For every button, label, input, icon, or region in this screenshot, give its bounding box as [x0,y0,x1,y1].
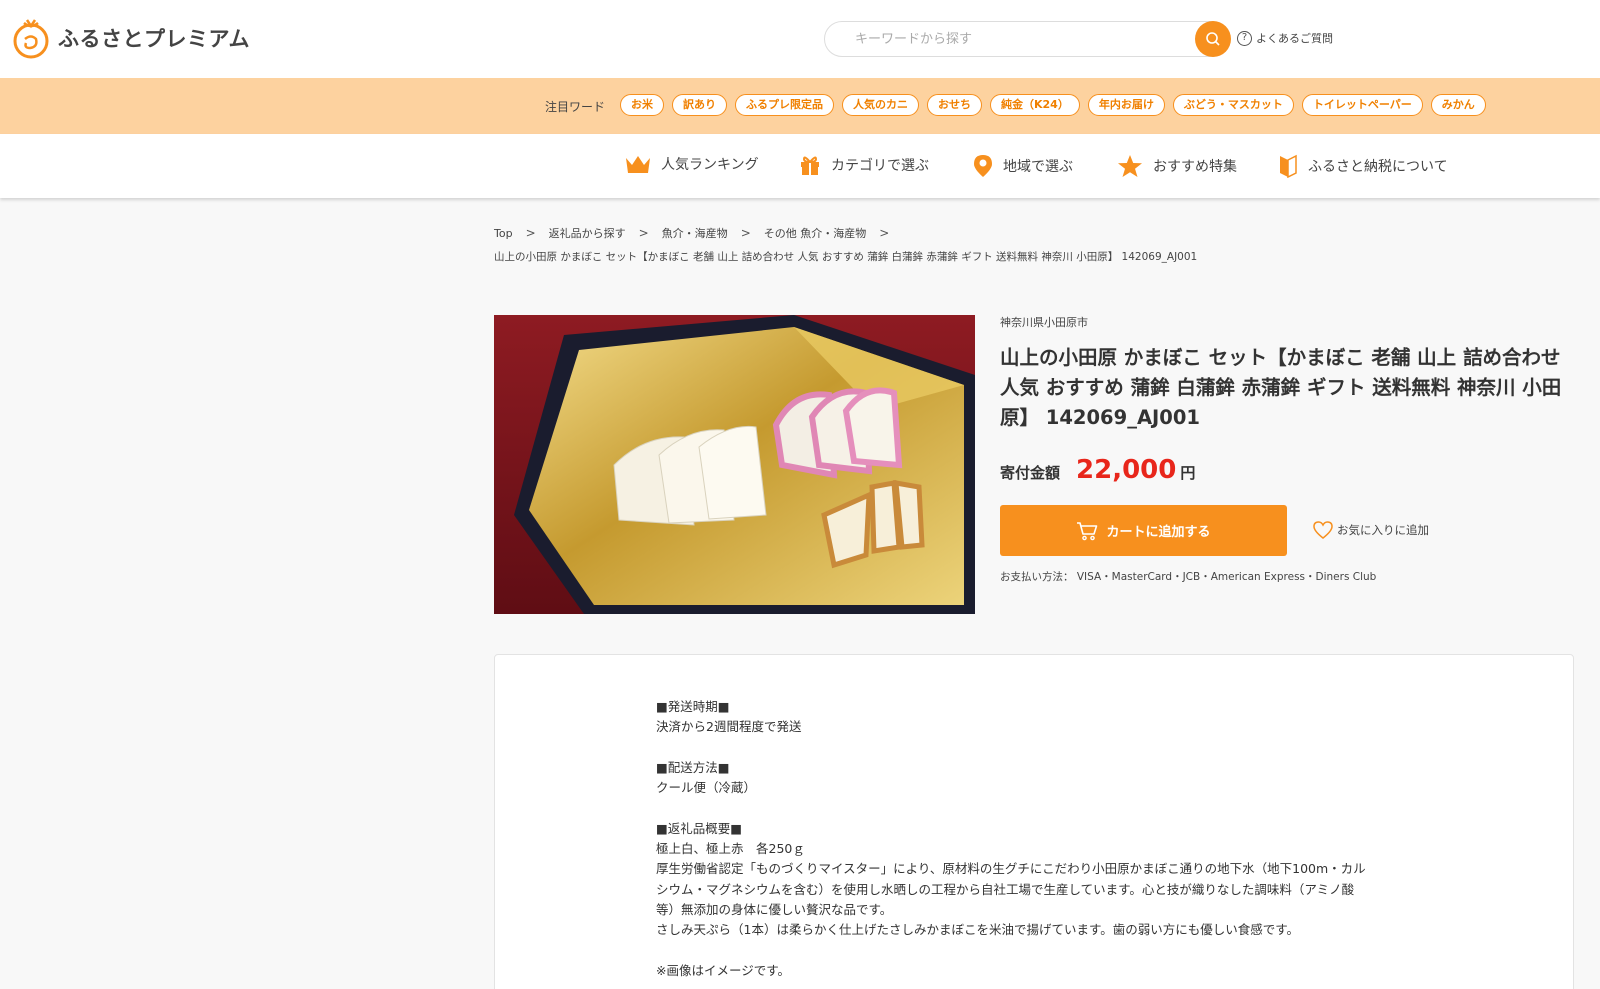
keyword-tag[interactable]: 純金（K24） [990,94,1080,116]
keyword-label: 注目ワード [545,100,606,114]
search-icon [1206,32,1220,46]
keyword-tag[interactable]: お米 [620,94,664,116]
description-line: 決済から2週間程度で発送 [656,719,802,735]
breadcrumb-separator-icon: > [638,226,649,240]
gift-icon [801,156,819,175]
keyword-tag[interactable]: おせち [927,94,982,116]
star-icon [1118,155,1142,177]
keyword-tag[interactable]: 人気のカニ [842,94,919,116]
crown-icon [626,156,650,173]
keyword-tag[interactable]: みかん [1430,94,1486,116]
nav-label: 人気ランキング [661,157,759,173]
nav-label: ふるさと納税について [1308,159,1448,175]
breadcrumb-separator-icon: > [525,226,536,240]
product-image[interactable] [494,315,975,614]
price-unit: 円 [1180,464,1196,482]
cart-icon [1077,521,1098,540]
breadcrumb-item[interactable]: 魚介・海産物 [662,225,728,241]
breadcrumb-item[interactable]: Top [494,227,513,240]
description-line: ※画像はイメージです。 [656,962,790,978]
faq-link[interactable]: ? よくあるご質問 [1237,30,1333,46]
breadcrumb-separator-icon: > [740,226,751,240]
price-row: 寄付金額 22,000 円 [1000,455,1195,485]
add-to-favorites-button[interactable]: お気に入りに追加 [1312,520,1429,540]
nav-label: おすすめ特集 [1153,159,1237,175]
keyword-bar: 注目ワード お米 訳あり ふるプレ限定品 人気のカニ おせち 純金（K24） 年… [0,78,1600,134]
description-line: 等）無添加の身体に優しい贅沢な品です。 [656,901,893,917]
site-logo[interactable]: ふるさとプレミアム [12,17,250,59]
keyword-tag[interactable]: 年内お届け [1087,94,1165,116]
description-line: 極上白、極上赤 各250ｇ [656,841,805,857]
main-nav: 人気ランキング カテゴリで選ぶ 地域で選ぶ おすすめ特集 ふるさと納税について [0,134,1600,198]
add-to-cart-button[interactable]: カートに追加する [1000,505,1287,556]
search-input[interactable] [855,22,1175,56]
keyword-tag[interactable]: 訳あり [672,94,727,116]
breadcrumb-item[interactable]: 返礼品から探す [549,225,626,241]
description-line: シウム・マグネシウムを含む）を使用し水晒しの工程から自社工場で生産しています。心… [656,881,1355,897]
price-label: 寄付金額 [1000,464,1061,482]
cart-label: カートに追加する [1106,525,1211,540]
site-header: ふるさとプレミアム ? よくあるご質問 [0,0,1600,78]
breadcrumb: Top > 返礼品から探す > 魚介・海産物 > その他 魚介・海産物 > [494,225,902,241]
description-line: 厚生労働省認定「ものづくりマイスター」により、原材料の生グチにこだわり小田原かま… [656,861,1366,877]
description-panel: ■発送時期■ 決済から2週間程度で発送 ■配送方法■ クール便（冷蔵） ■返礼品… [494,654,1574,989]
description-line: クール便（冷蔵） [656,780,757,796]
description-line: ■返礼品概要■ [656,820,743,836]
keyword-tag[interactable]: トイレットペーパー [1301,94,1423,116]
keyword-tag[interactable]: ふるプレ限定品 [735,94,834,116]
search-button[interactable] [1195,21,1231,57]
description-line: ■発送時期■ [656,699,730,714]
logo-mark-icon [12,17,50,59]
nav-item-feature[interactable]: おすすめ特集 [1117,154,1237,178]
nav-label: カテゴリで選ぶ [831,158,929,174]
description-line: さしみ天ぷら（1本）は柔らかく仕上げたさしみかまぼこを米油で揚げています。歯の弱… [656,922,1299,938]
search-box [824,21,1231,57]
breadcrumb-current: 山上の小田原 かまぼこ セット【かまぼこ 老舗 山上 詰め合わせ 人気 おすすめ… [494,251,1198,263]
description-line: ■配送方法■ [656,759,730,775]
payment-methods: お支払い方法： VISA・MasterCard・JCB・American Exp… [1000,571,1377,583]
question-icon: ? [1237,30,1252,46]
beginner-mark-icon [1280,154,1297,178]
keyword-tag[interactable]: ぶどう・マスカット [1172,94,1294,116]
product-region[interactable]: 神奈川県小田原市 [1000,314,1088,330]
breadcrumb-item[interactable]: その他 魚介・海産物 [764,225,867,241]
keyword-list: お米 訳あり ふるプレ限定品 人気のカニ おせち 純金（K24） 年内お届け ぶ… [620,94,1486,116]
favorite-label: お気に入りに追加 [1337,523,1429,537]
nav-item-about[interactable]: ふるさと納税について [1278,154,1448,178]
product-title: 山上の小田原 かまぼこ セット【かまぼこ 老舗 山上 詰め合わせ 人気 おすすめ… [1000,346,1562,429]
map-pin-icon [974,155,992,177]
breadcrumb-separator-icon: > [879,226,890,240]
heart-icon [1313,521,1333,539]
logo-text: ふるさとプレミアム [58,27,251,51]
nav-item-ranking[interactable]: 人気ランキング [625,154,759,174]
nav-item-region[interactable]: 地域で選ぶ [973,154,1073,178]
faq-label: よくあるご質問 [1256,32,1333,45]
nav-label: 地域で選ぶ [1003,159,1073,175]
price-value: 22,000 [1076,455,1177,485]
nav-item-category[interactable]: カテゴリで選ぶ [799,154,929,176]
description-text: ■発送時期■ 決済から2週間程度で発送 ■配送方法■ クール便（冷蔵） ■返礼品… [656,697,1416,981]
